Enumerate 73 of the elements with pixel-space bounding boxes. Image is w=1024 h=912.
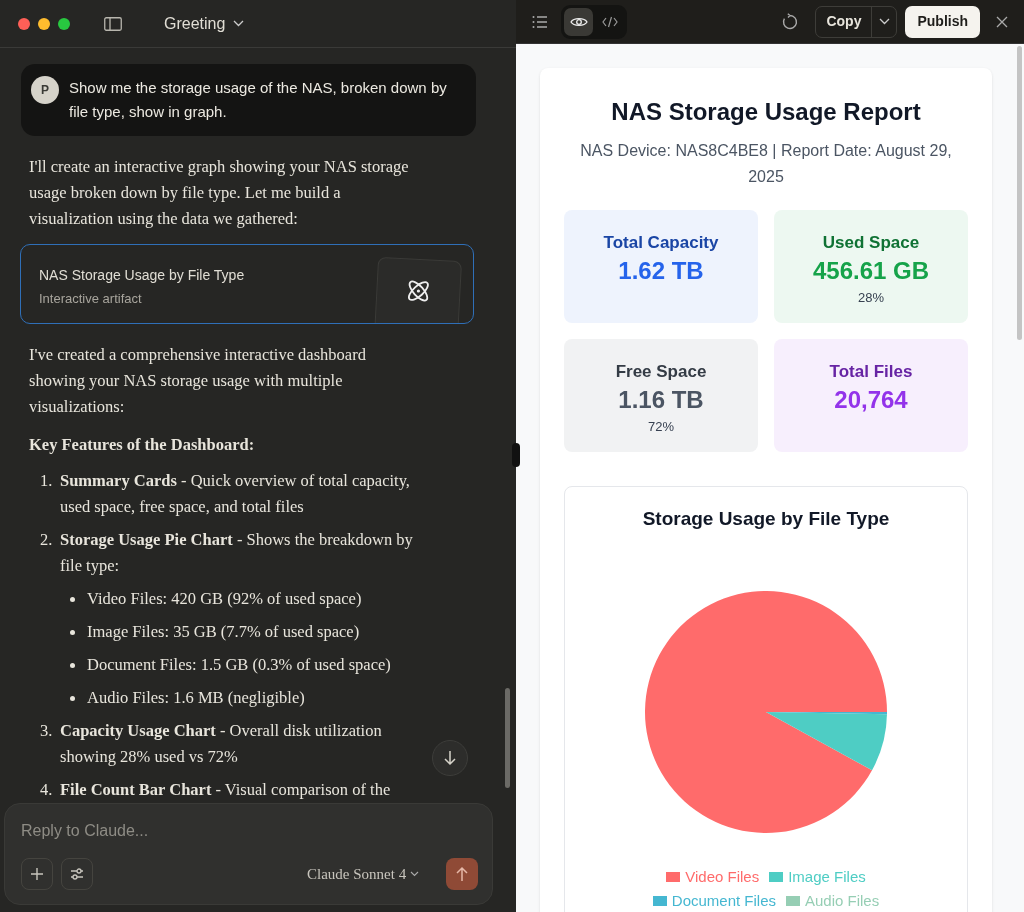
sliders-icon [69,867,85,881]
report-title: NAS Storage Usage Report [610,97,922,127]
list-item-text: Video Files: 420 GB (92% of used space) [87,588,362,610]
stat-value: 1.16 TB [618,384,704,415]
report-subtitle: NAS Device: NAS8C4BE8 | Report Date: August 29, 2025 [579,141,953,187]
list-item-text: Image Files: 35 GB (7.7% of used space) [87,621,360,643]
plus-icon [30,867,44,881]
stat-label: Free Space [615,361,707,383]
bullet [70,662,75,668]
artifact-subtitle: Interactive artifact [39,290,142,308]
legend-label: Document Files [671,891,776,911]
chevron-down-icon [878,18,890,25]
list-number: 4. [40,779,54,801]
stat-value: 456.61 GB [812,255,930,286]
bullet [70,695,75,701]
model-selector[interactable]: Claude Sonnet 4 [307,860,420,888]
chevron-down-icon [410,871,420,877]
publish-button[interactable]: Publish [905,5,980,38]
bullet [70,596,75,602]
arrow-down-icon [443,750,457,766]
legend-label: Image Files [788,866,866,887]
user-avatar: P [31,76,59,104]
add-button[interactable] [21,858,53,890]
legend-swatch [769,871,784,882]
eye-icon [569,15,588,28]
response-heading: Key Features of the Dashboard: [28,434,256,456]
stat-label: Used Space [822,232,920,254]
bullet [70,629,75,635]
legend-label: Video Files [685,866,760,887]
sidebar-icon[interactable] [104,16,122,31]
stat-label: Total Files [829,361,913,383]
list-item-text: Document Files: 1.5 GB (0.3% of used space) [87,654,391,676]
scroll-down-button[interactable] [432,740,468,776]
refresh-icon[interactable] [781,12,800,31]
list-item-text: File Count Bar Chart - Visual comparison of the [60,779,391,801]
scrollbar[interactable] [505,688,510,788]
scrollbar[interactable] [1017,46,1022,340]
send-button[interactable] [446,858,478,890]
legend-swatch [652,896,667,907]
conversation-title[interactable]: Greeting [164,11,245,36]
response-paragraph: I've created a comprehensive interactive dashboard showing your NAS storage usage with multiple visualizations: [28,344,367,418]
list-number: 2. [40,529,54,551]
message-text: Show me the storage usage of the NAS, broken down by file type, show in graph. [69,78,448,122]
preview-tab[interactable] [564,7,593,36]
list-item-text: Audio Files: 1.6 MB (negligible) [87,687,305,709]
stat-label: Total Capacity [603,232,719,254]
reply-input[interactable]: Reply to Claude... [21,818,461,844]
code-icon [601,15,618,28]
list-item-text: Storage Usage Pie Chart - Shows the breakdown by file type: [60,529,414,577]
chevron-down-icon [233,20,245,27]
legend-swatch [786,896,800,907]
stat-value: 20,764 [834,384,908,415]
resize-handle[interactable] [512,443,520,467]
legend-swatch [666,871,681,882]
list-number: 1. [40,470,54,492]
minimize-window-button[interactable] [38,17,50,30]
response-paragraph: I'll create an interactive graph showing your NAS storage usage broken down by file type. Let me build a visualization using the data we gathered: [28,156,410,230]
artifact-title: NAS Storage Usage by File Type [39,266,245,285]
list-icon[interactable] [532,14,548,29]
tools-button[interactable] [61,858,93,890]
legend-label: Audio Files [805,891,880,911]
chart-title: Storage Usage by File Type [642,507,890,531]
stat-value: 1.62 TB [618,255,704,286]
zoom-window-button[interactable] [58,17,70,30]
list-item-text: Summary Cards - Quick overview of total capacity, used space, free space, and total files [60,470,411,518]
close-window-button[interactable] [18,17,30,30]
artifact-card[interactable]: NAS Storage Usage by File Type Interactive artifact [20,244,474,324]
list-number: 3. [40,720,54,742]
stat-percentage: 28% [858,288,884,307]
list-item-text: Capacity Usage Chart - Overall disk utilization showing 28% used vs 72% [60,720,383,768]
stat-percentage: 72% [648,417,674,436]
arrow-up-icon [455,866,469,882]
close-icon[interactable] [996,15,1008,28]
